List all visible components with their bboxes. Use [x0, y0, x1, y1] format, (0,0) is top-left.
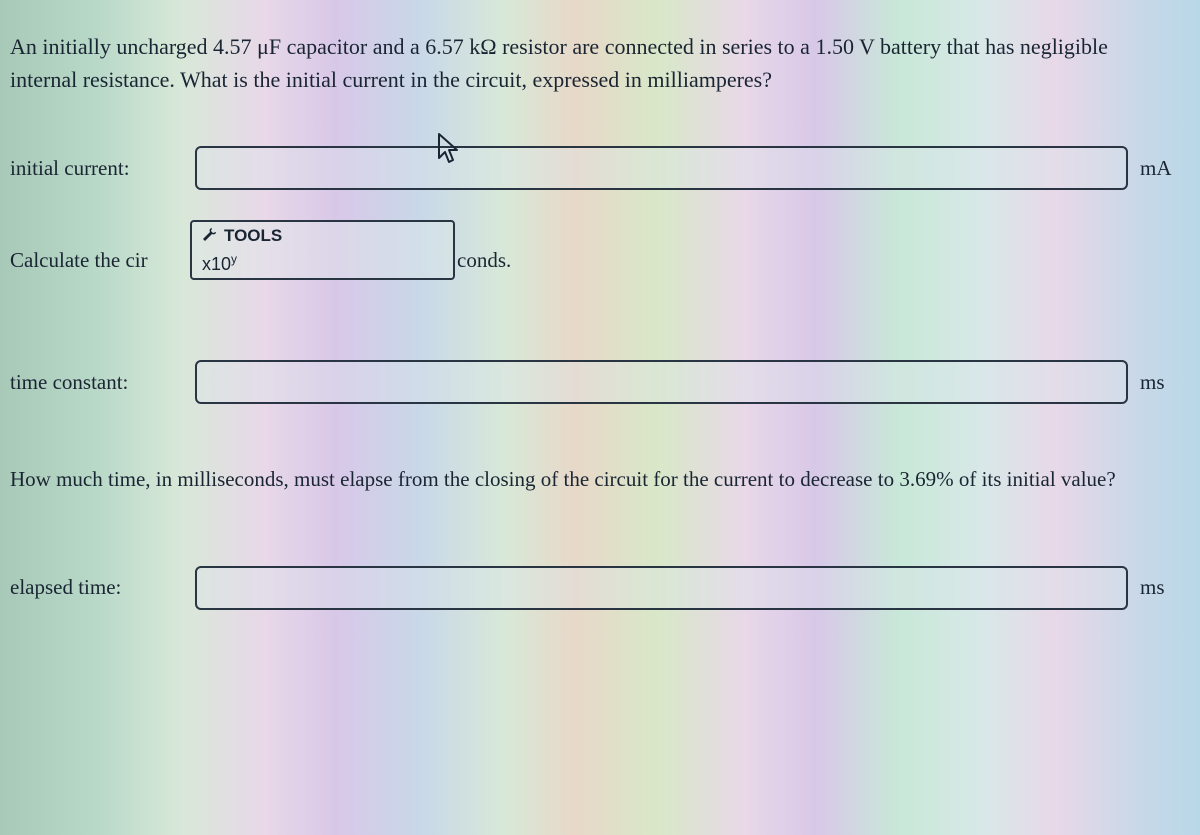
question-part1: An initially uncharged 4.57 μF capacitor… [10, 30, 1180, 96]
time-constant-row: time constant: ms [10, 360, 1180, 404]
time-constant-label: time constant: [10, 370, 195, 395]
initial-current-input[interactable] [195, 146, 1128, 190]
initial-current-label: initial current: [10, 156, 195, 181]
initial-current-row: initial current: mA [10, 146, 1180, 190]
elapsed-time-unit: ms [1140, 575, 1180, 600]
wrench-icon [202, 228, 218, 244]
elapsed-time-input[interactable] [195, 566, 1128, 610]
time-constant-unit: ms [1140, 370, 1180, 395]
tools-panel[interactable]: TOOLS x10y [190, 220, 455, 280]
elapsed-time-label: elapsed time: [10, 575, 195, 600]
conds-text-fragment: conds. [457, 248, 511, 273]
initial-current-unit: mA [1140, 156, 1180, 181]
tools-header: TOOLS [192, 222, 453, 250]
sci-notation-button[interactable]: x10y [192, 250, 453, 277]
calculate-text-fragment: Calculate the cir [10, 248, 148, 273]
tools-label: TOOLS [224, 226, 282, 246]
question-part3: How much time, in milliseconds, must ela… [10, 464, 1180, 496]
cursor-icon [435, 132, 463, 164]
elapsed-time-row: elapsed time: ms [10, 566, 1180, 610]
time-constant-input[interactable] [195, 360, 1128, 404]
